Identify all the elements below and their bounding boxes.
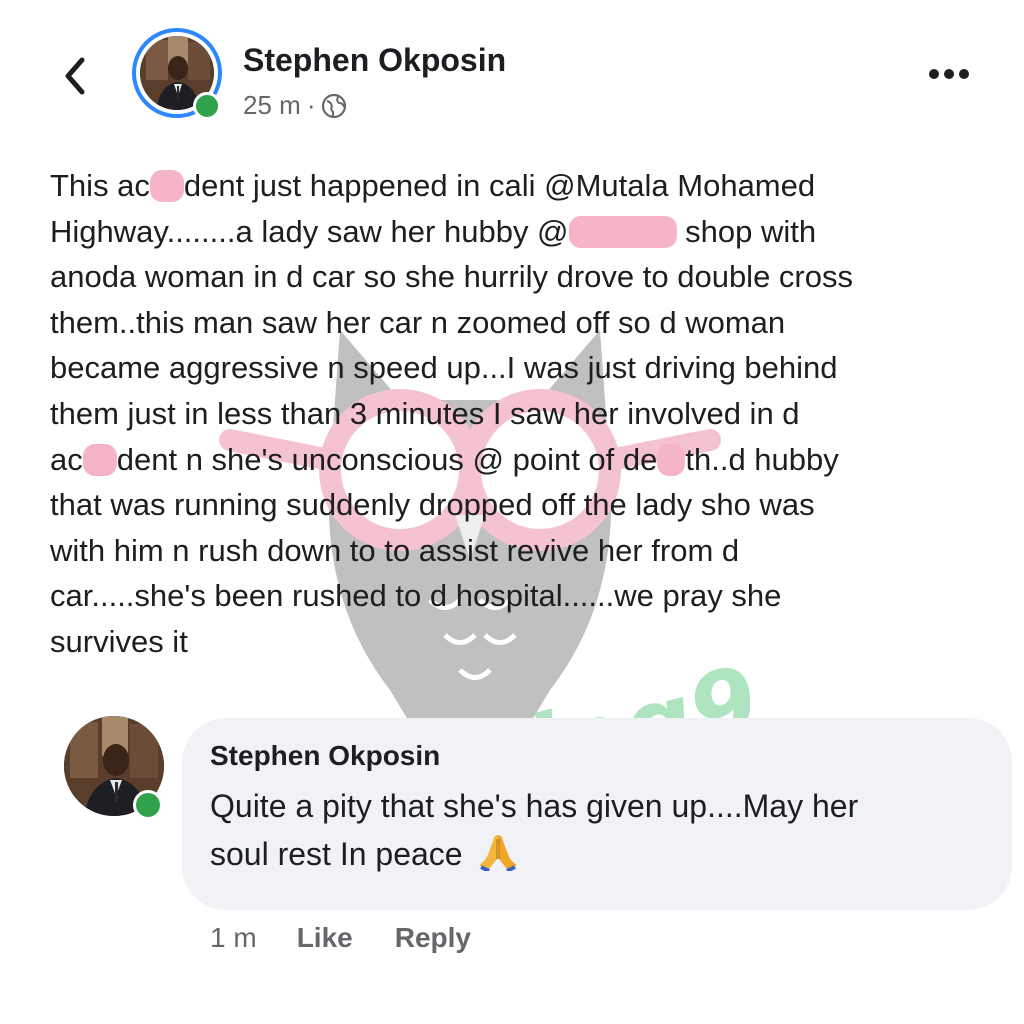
comment-actions: 1 m Like Reply: [210, 922, 471, 954]
globe-icon: [322, 93, 347, 118]
post-line: ac dent n she's unconscious @ point of de…: [50, 441, 839, 477]
redaction-mark: [149, 170, 184, 202]
post-line: anoda woman in d car so she hurrily drov…: [50, 259, 853, 295]
comment-bubble: Stephen Okposin Quite a pity that she's …: [182, 718, 1012, 910]
post-time[interactable]: 25 m: [243, 90, 301, 121]
post-body: This ac dent just happened in cali @Mutal…: [50, 163, 970, 665]
post-screen: Stephen Okposin 25 m · Instablog9ja This…: [0, 0, 1024, 1024]
more-options-button[interactable]: [926, 62, 972, 86]
online-status-dot: [193, 92, 221, 120]
chevron-left-icon: [65, 57, 85, 95]
post-line: car.....she's been rushed to d hospital.…: [50, 578, 782, 614]
more-horizontal-icon: [929, 69, 969, 79]
online-status-dot: [133, 790, 163, 820]
like-button[interactable]: Like: [297, 922, 353, 954]
comment-line: soul rest In peace: [210, 830, 984, 878]
comment-author-name[interactable]: Stephen Okposin: [210, 740, 984, 772]
comment-time: 1 m: [210, 922, 257, 953]
post-line: This ac dent just happened in cali @Mutal…: [50, 168, 816, 203]
redaction-mark: [657, 443, 686, 476]
comment-line: Quite a pity that she's has given up....…: [210, 788, 859, 824]
post-line: became aggressive n speed up...I was jus…: [50, 350, 838, 386]
post-meta: 25 m ·: [243, 90, 347, 121]
post-line: them..this man saw her car n zoomed off …: [50, 304, 786, 340]
post-author-name[interactable]: Stephen Okposin: [243, 42, 506, 79]
post-line: survives it: [50, 623, 188, 659]
post-line: Highway........a lady saw her hubby @ sh…: [50, 213, 817, 249]
post-line: that was running suddenly dropped off th…: [50, 487, 815, 523]
back-button[interactable]: [56, 52, 96, 100]
meta-separator: ·: [306, 90, 316, 120]
redaction-mark: [82, 443, 117, 476]
redaction-mark: [568, 215, 677, 248]
post-line: them just in less than 3 minutes I saw h…: [50, 395, 800, 431]
reply-button[interactable]: Reply: [395, 922, 471, 954]
comment-text: Quite a pity that she's has given up....…: [210, 782, 984, 878]
post-line: with him n rush down to to assist revive…: [50, 532, 740, 568]
folded-hands-emoji: [475, 831, 521, 873]
